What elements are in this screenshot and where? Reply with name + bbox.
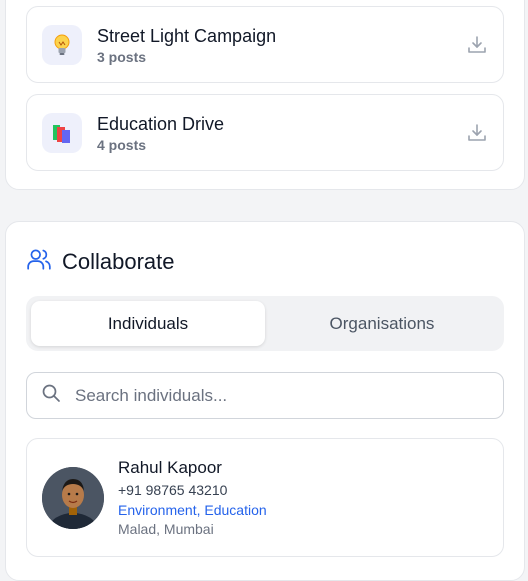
avatar xyxy=(42,466,104,529)
campaign-title: Education Drive xyxy=(97,113,225,134)
collaborate-tabs: Individuals Organisations xyxy=(26,296,504,351)
campaign-post-count: 3 posts xyxy=(97,48,147,65)
lightbulb-icon xyxy=(42,24,82,65)
download-icon[interactable] xyxy=(466,122,488,144)
search-icon xyxy=(41,383,61,408)
person-name: Rahul Kapoor xyxy=(118,458,222,477)
search-box[interactable] xyxy=(26,372,504,419)
campaign-card[interactable]: Education Drive 4 posts xyxy=(26,94,504,171)
campaign-title: Street Light Campaign xyxy=(97,25,277,46)
campaign-post-count: 4 posts xyxy=(97,136,147,153)
person-phone: +91 98765 43210 xyxy=(118,482,228,498)
person-location: Malad, Mumbai xyxy=(118,521,214,537)
campaign-card[interactable]: Street Light Campaign 3 posts xyxy=(26,6,504,83)
download-icon[interactable] xyxy=(466,34,488,56)
person-interests: Environment, Education xyxy=(118,502,267,518)
collaborate-panel: Collaborate Individuals Organisations Se… xyxy=(5,221,525,581)
users-icon xyxy=(26,246,52,277)
search-input[interactable] xyxy=(75,385,475,406)
books-icon xyxy=(42,112,82,153)
collaborate-header: Collaborate xyxy=(26,246,175,277)
person-card[interactable]: Rahul Kapoor +91 98765 43210 Environment… xyxy=(26,438,504,557)
tab-organisations[interactable]: Organisations xyxy=(265,301,499,346)
section-title: Collaborate xyxy=(62,248,175,274)
tab-individuals[interactable]: Individuals xyxy=(31,301,265,346)
campaign-exports-panel: Street Light Campaign 3 posts Education … xyxy=(5,0,525,190)
